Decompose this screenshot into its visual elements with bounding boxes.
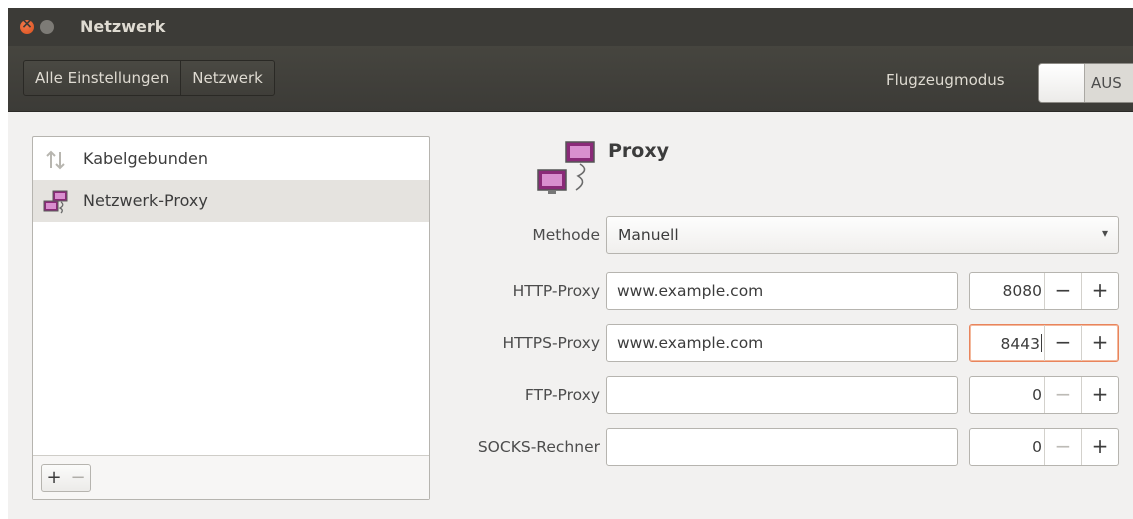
list-item-label: Netzwerk-Proxy <box>83 191 208 210</box>
flight-mode-state: AUS <box>1091 74 1122 92</box>
socks-port-increment-button[interactable]: + <box>1081 429 1118 465</box>
http-port-increment-button[interactable]: + <box>1081 273 1118 309</box>
https-proxy-port-value: 8443 <box>1000 335 1040 353</box>
http-proxy-host-value: www.example.com <box>617 282 764 300</box>
method-value: Manuell <box>618 226 679 244</box>
switch-knob[interactable] <box>1039 64 1085 102</box>
https-proxy-host-value: www.example.com <box>617 334 764 352</box>
close-window-button[interactable] <box>20 16 34 34</box>
http-proxy-label: HTTP-Proxy <box>512 282 600 300</box>
flight-mode-switch[interactable]: AUS <box>1038 63 1133 103</box>
https-proxy-port-field[interactable]: 8443 <box>970 334 1042 353</box>
breadcrumb-all-settings-button[interactable]: Alle Einstellungen <box>24 61 180 95</box>
list-item-network-proxy[interactable]: Netzwerk-Proxy <box>33 180 429 222</box>
wired-network-icon <box>46 150 65 170</box>
socks-port-spinner[interactable]: 0 − + <box>969 428 1119 466</box>
title-bar: Netzwerk <box>8 8 1133 46</box>
ftp-proxy-label: FTP-Proxy <box>524 386 600 404</box>
socks-port-value[interactable]: 0 <box>970 438 1042 456</box>
https-proxy-label: HTTPS-Proxy <box>502 334 600 352</box>
dropdown-arrow-icon: ▾ <box>1101 226 1108 240</box>
network-device-list: Kabelgebunden Netzwerk-Proxy + − <box>32 136 430 500</box>
method-label: Methode <box>532 226 600 244</box>
http-proxy-host-input[interactable]: www.example.com <box>606 272 958 310</box>
ftp-proxy-port-value[interactable]: 0 <box>970 386 1042 404</box>
minimize-window-button[interactable] <box>40 20 54 34</box>
https-proxy-host-input[interactable]: www.example.com <box>606 324 958 362</box>
ftp-proxy-host-input[interactable] <box>606 376 958 414</box>
breadcrumb: Alle Einstellungen Netzwerk <box>23 60 275 96</box>
ftp-port-increment-button[interactable]: + <box>1081 377 1118 413</box>
http-proxy-port-spinner[interactable]: 8080 − + <box>969 272 1119 310</box>
https-port-increment-button[interactable]: + <box>1081 325 1118 361</box>
http-proxy-port-value[interactable]: 8080 <box>970 282 1042 300</box>
socks-host-input[interactable] <box>606 428 958 466</box>
ftp-port-decrement-button[interactable]: − <box>1044 377 1081 413</box>
method-dropdown[interactable]: Manuell ▾ <box>606 216 1119 254</box>
list-item-wired[interactable]: Kabelgebunden <box>33 138 429 180</box>
remove-connection-button[interactable]: − <box>66 465 90 491</box>
window-title: Netzwerk <box>80 17 166 36</box>
list-toolbar: + − <box>33 455 429 499</box>
network-settings-window: Netzwerk Alle Einstellungen Netzwerk Flu… <box>8 8 1133 519</box>
https-proxy-port-spinner[interactable]: 8443 − + <box>969 324 1119 362</box>
flight-mode-label: Flugzeugmodus <box>886 71 1005 89</box>
list-item-label: Kabelgebunden <box>83 149 209 168</box>
socks-host-label: SOCKS-Rechner <box>477 438 600 456</box>
list-button-group: + − <box>41 464 91 492</box>
breadcrumb-network-button[interactable]: Netzwerk <box>180 61 274 95</box>
header-bar: Alle Einstellungen Netzwerk Flugzeugmodu… <box>8 46 1133 112</box>
add-connection-button[interactable]: + <box>42 465 66 491</box>
socks-port-decrement-button[interactable]: − <box>1044 429 1081 465</box>
text-caret <box>1041 334 1042 352</box>
https-port-decrement-button[interactable]: − <box>1044 325 1081 361</box>
network-proxy-icon <box>537 141 595 194</box>
ftp-proxy-port-spinner[interactable]: 0 − + <box>969 376 1119 414</box>
network-proxy-icon <box>43 190 68 214</box>
panel-title: Proxy <box>608 140 669 162</box>
http-port-decrement-button[interactable]: − <box>1044 273 1081 309</box>
